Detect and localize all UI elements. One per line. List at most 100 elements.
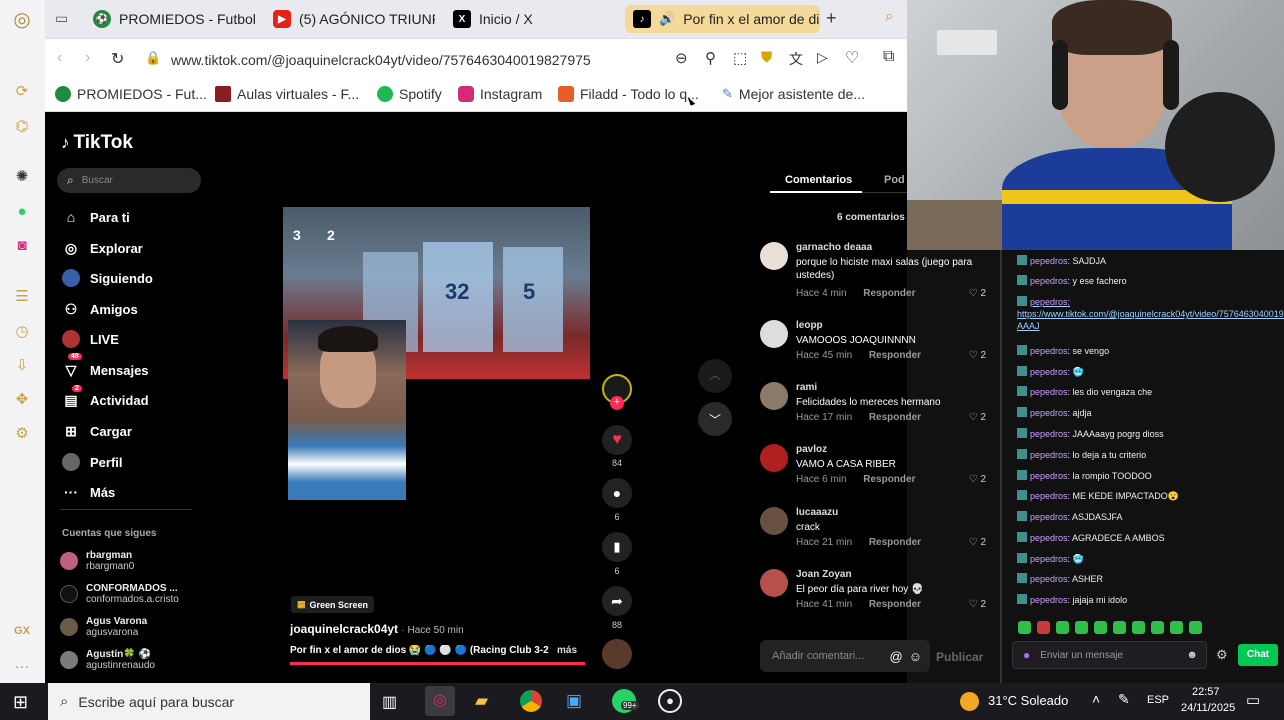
whatsapp-icon[interactable]: ●	[11, 200, 33, 222]
follow-plus-icon[interactable]: +	[610, 396, 624, 410]
tiktok-logo[interactable]: ♪ TikTok	[61, 132, 133, 154]
pen-icon[interactable]: ✎	[1118, 691, 1130, 708]
avatar[interactable]	[760, 382, 788, 410]
chat-username[interactable]: pepedros	[1030, 533, 1068, 543]
chat-username[interactable]: pepedros	[1030, 450, 1068, 460]
reply-button[interactable]: Responder	[869, 412, 921, 423]
speaker-icon[interactable]: 🔊	[659, 11, 675, 27]
download-icon[interactable]: ⇩	[11, 354, 33, 376]
reply-button[interactable]: Responder	[863, 474, 915, 485]
settings-icon[interactable]: ⚙	[1216, 647, 1228, 663]
clock-date[interactable]: 24/11/2025	[1181, 702, 1235, 714]
history-icon[interactable]: ◷	[11, 320, 33, 342]
chat-username[interactable]: pepedros	[1030, 491, 1068, 501]
bookmark-instagram[interactable]: Instagram	[458, 86, 542, 102]
nav-actividad[interactable]: ▤ 2 Actividad	[62, 385, 149, 409]
extensions-icon[interactable]: ✥	[11, 388, 33, 410]
sound-disc[interactable]	[602, 639, 632, 669]
nav-siguiendo[interactable]: Siguiendo	[62, 269, 153, 287]
emote-icon[interactable]	[1056, 621, 1069, 634]
comment-icon[interactable]: ●	[602, 478, 632, 508]
clock-time[interactable]: 22:57	[1192, 686, 1220, 698]
tab-comentarios[interactable]: Comentarios	[785, 174, 852, 186]
green-screen-tag[interactable]: ▦ Green Screen	[291, 596, 375, 613]
chat-input[interactable]: ● Enviar un mensaje ☻	[1012, 641, 1207, 669]
bookmark-spotify[interactable]: Spotify	[377, 86, 442, 102]
bookmark-icon[interactable]: ▮	[602, 532, 632, 562]
comment-like[interactable]: ♡ 2	[969, 288, 986, 299]
file-explorer-icon[interactable]: ▰	[475, 691, 488, 711]
store-icon[interactable]: ▣	[566, 691, 582, 711]
chat-username[interactable]: pepedros	[1030, 512, 1068, 522]
chat-username[interactable]: pepedros	[1030, 574, 1068, 584]
gx-icon[interactable]: GX	[11, 620, 33, 642]
following-item[interactable]: Agustín🍀 ⚽ agustinrenaudo	[60, 649, 155, 671]
chatgpt-icon[interactable]: ✺	[11, 165, 33, 187]
heart-icon[interactable]: ♡	[845, 48, 859, 68]
opera-logo-icon[interactable]: ◎	[11, 8, 33, 31]
nav-perfil[interactable]: Perfil	[62, 453, 123, 471]
chat-username[interactable]: pepedros	[1030, 595, 1068, 605]
mention-icon[interactable]: @	[890, 649, 903, 664]
windows-start-icon[interactable]: ⊞	[13, 692, 28, 713]
chat-send-button[interactable]: Chat	[1238, 644, 1278, 666]
reply-button[interactable]: Responder	[869, 537, 921, 548]
reply-button[interactable]: Responder	[863, 288, 915, 299]
snapshot-icon[interactable]: ⬚	[733, 49, 747, 67]
comment-like[interactable]: ♡ 2	[969, 537, 986, 548]
instagram-icon[interactable]: ◙	[11, 234, 33, 256]
emote-icon[interactable]	[1151, 621, 1164, 634]
emote-icon[interactable]	[1113, 621, 1126, 634]
search-tabs-icon[interactable]: ⌕	[885, 8, 894, 26]
weather-text[interactable]: 31°C Soleado	[988, 693, 1068, 708]
chevron-up-icon[interactable]: ˄	[1092, 691, 1100, 707]
emoji-icon[interactable]: ☻	[1186, 649, 1198, 661]
tab-promiedos[interactable]: ⚽ PROMIEDOS - Futbol A	[85, 5, 255, 33]
following-item[interactable]: rbargman rbargman0	[60, 550, 134, 572]
prev-video-button[interactable]: ︿	[698, 359, 732, 393]
nav-mas[interactable]: ··· Más	[62, 483, 115, 501]
share-icon[interactable]: ➦	[602, 586, 632, 616]
nav-para-ti[interactable]: ⌂ Para ti	[62, 208, 130, 226]
comment-user[interactable]: rami	[796, 382, 817, 393]
weather-sun-icon[interactable]	[960, 692, 979, 711]
video-author[interactable]: joaquinelcrack04yt · Hace 50 min	[290, 622, 464, 636]
publish-button[interactable]: Publicar	[936, 650, 983, 664]
emote-icon[interactable]	[1094, 621, 1107, 634]
reload-icon[interactable]: ↻	[111, 49, 124, 69]
language-indicator[interactable]: ESP	[1147, 694, 1169, 706]
bookmark-aulas[interactable]: Aulas virtuales - F...	[215, 86, 359, 102]
search-input[interactable]: ⌕ Buscar	[57, 168, 201, 193]
more-link[interactable]: más	[557, 645, 577, 656]
obs-icon[interactable]: ●	[658, 689, 682, 713]
comment-user[interactable]: leopp	[796, 320, 823, 331]
green-screen-person[interactable]	[288, 320, 406, 500]
lock-icon[interactable]: 🔒	[145, 50, 161, 66]
next-video-button[interactable]: ﹀	[698, 402, 732, 436]
comment-input[interactable]: Añadir comentari... @ ☺	[760, 640, 930, 672]
chat-username[interactable]: pepedros	[1030, 408, 1068, 418]
chat-username[interactable]: pepedros	[1030, 471, 1068, 481]
extensions-icon[interactable]: ⧉	[883, 48, 894, 66]
opera-gx-taskbar-icon[interactable]: ◎	[425, 686, 455, 716]
translate-icon[interactable]: 文	[789, 49, 803, 69]
like-icon[interactable]: ♥	[602, 425, 632, 455]
emote-icon[interactable]	[1132, 621, 1145, 634]
comment-like[interactable]: ♡ 2	[969, 412, 986, 423]
bookmark-filadd[interactable]: Filadd - Todo lo q...	[558, 86, 699, 102]
emote-icon[interactable]	[1018, 621, 1031, 634]
task-view-icon[interactable]: ▥	[382, 692, 397, 712]
comment-like[interactable]: ♡ 2	[969, 350, 986, 361]
bookmark-assistant[interactable]: ✎ Mejor asistente de...	[722, 86, 865, 102]
tab-youtube[interactable]: ▶ (5) AGÓNICO TRIUNF	[265, 5, 435, 33]
emoji-icon[interactable]: ☺	[909, 649, 922, 664]
avatar[interactable]	[760, 242, 788, 270]
microphone-icon[interactable]: ●	[1023, 648, 1030, 662]
gamepad-icon[interactable]: ▭	[55, 10, 68, 27]
zoom-icon[interactable]: ⊖	[675, 49, 688, 67]
emote-icon[interactable]	[1170, 621, 1183, 634]
tab-x[interactable]: X Inicio / X	[445, 5, 615, 33]
send-icon[interactable]: ▷	[817, 49, 828, 66]
nav-cargar[interactable]: ⊞ Cargar	[62, 422, 132, 440]
emote-icon[interactable]	[1189, 621, 1202, 634]
